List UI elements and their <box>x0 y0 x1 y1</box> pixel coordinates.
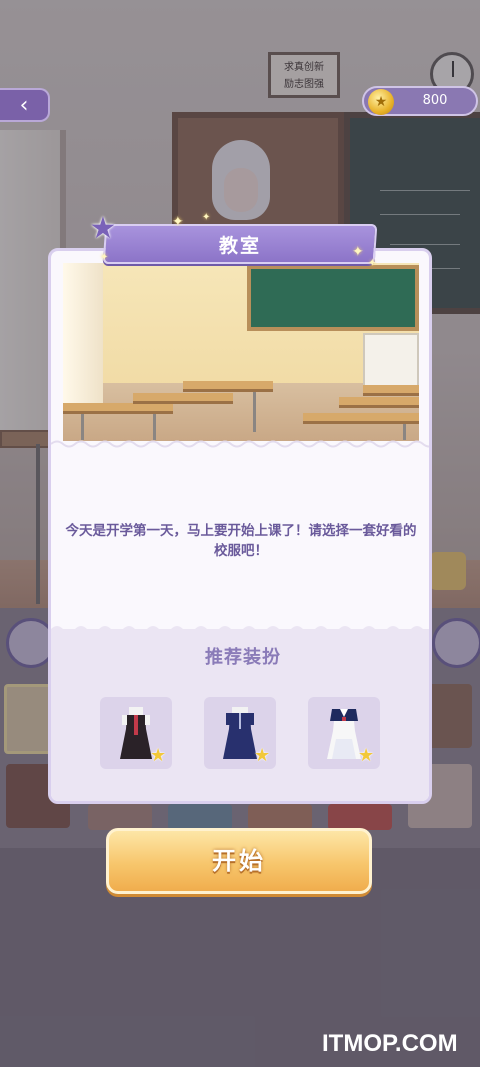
star-icon: ★ <box>254 745 271 766</box>
navy-dress-icon <box>223 707 257 759</box>
sparkle-icon: ✦ <box>368 258 377 269</box>
dialog-title: 教室 <box>218 235 261 257</box>
star-icon: ★ <box>358 745 375 766</box>
coin-amount: 800 <box>422 93 448 108</box>
sparkle-icon: ✦ <box>352 244 364 260</box>
sailor-uniform-icon <box>327 709 361 759</box>
scene-dialog: 今天是开学第一天，马上要开始上课了！请选择一套好看的校服吧！ 推荐装扮 ★ ★ <box>48 248 432 804</box>
start-button[interactable]: 开始 <box>106 828 372 894</box>
black-pinafore-dress-icon <box>120 707 152 759</box>
sparkle-icon: ✦ <box>100 252 109 263</box>
section-wave <box>51 626 429 633</box>
outfit-option-sailor-uniform[interactable]: ★ <box>308 697 380 769</box>
sparkle-icon: ✦ <box>172 214 184 230</box>
divider-wave <box>51 440 429 448</box>
back-button[interactable]: ‹ <box>0 88 50 122</box>
classroom-preview-image <box>63 263 419 441</box>
start-button-label: 开始 <box>212 847 266 875</box>
recommended-title: 推荐装扮 <box>205 647 281 668</box>
watermark: ITMOP.COM <box>322 1030 458 1057</box>
outfit-option-navy-dress[interactable]: ★ <box>204 697 276 769</box>
sparkle-icon: ✦ <box>202 212 211 223</box>
dialog-message: 今天是开学第一天，马上要开始上课了！请选择一套好看的校服吧！ <box>65 523 417 559</box>
coin-counter: ★ 800 <box>362 86 478 116</box>
outfit-option-black-pinafore[interactable]: ★ <box>100 697 172 769</box>
star-icon: ★ <box>150 745 167 766</box>
back-arrow-icon: ‹ <box>19 93 29 118</box>
coin-icon: ★ <box>368 89 394 115</box>
